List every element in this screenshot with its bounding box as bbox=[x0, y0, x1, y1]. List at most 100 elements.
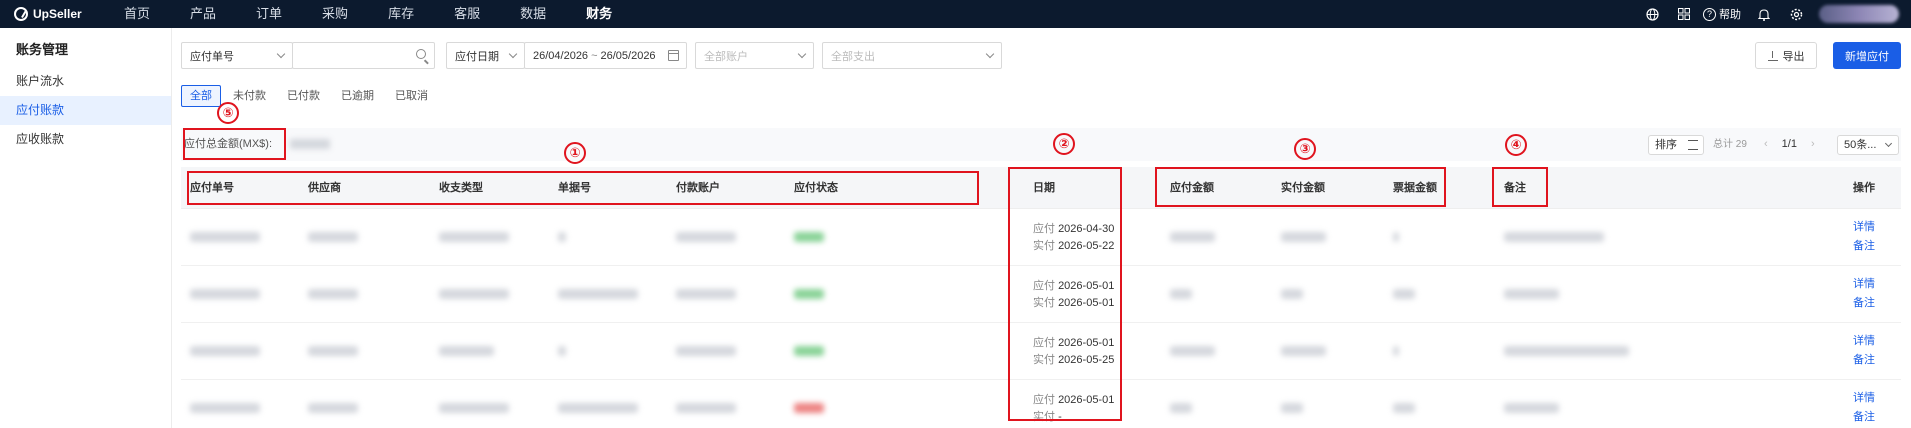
expense-type-select[interactable]: 全部支出 bbox=[822, 42, 1002, 69]
date-type-select[interactable]: 应付日期 bbox=[446, 42, 525, 69]
bill-amount-cell bbox=[1393, 346, 1399, 356]
annotation-number-4: ④ bbox=[1505, 134, 1527, 156]
type-cell bbox=[439, 346, 494, 356]
tab-paid[interactable]: 已付款 bbox=[278, 85, 329, 107]
nav-item-customer-service[interactable]: 客服 bbox=[454, 0, 480, 28]
paid-label: 实付 bbox=[1033, 411, 1055, 423]
nav-item-purchase[interactable]: 采购 bbox=[322, 0, 348, 28]
nav-item-orders[interactable]: 订单 bbox=[256, 0, 282, 28]
doc-no-cell bbox=[558, 346, 566, 356]
detail-link[interactable]: 详情 bbox=[1853, 218, 1875, 237]
export-button[interactable]: 导出 bbox=[1755, 42, 1817, 69]
search-icon[interactable] bbox=[416, 49, 426, 59]
date-cell: 应付 2026-05-01 实付 2026-05-25 bbox=[1033, 335, 1114, 369]
expense-placeholder: 全部支出 bbox=[831, 50, 875, 63]
total-amount-label: 应付总金额(MX$): bbox=[184, 138, 272, 150]
pagination: ‹ 1/1 › bbox=[1764, 128, 1815, 161]
detail-link[interactable]: 详情 bbox=[1853, 332, 1875, 351]
table-row: 应付 2026-04-30 实付 2026-05-22 详情 备注 bbox=[181, 209, 1901, 266]
download-icon bbox=[1767, 50, 1778, 61]
sort-label: 排序 bbox=[1655, 139, 1677, 151]
remark-link[interactable]: 备注 bbox=[1853, 408, 1875, 427]
due-label: 应付 bbox=[1033, 337, 1055, 349]
next-page-icon[interactable]: › bbox=[1811, 128, 1815, 161]
page-size-value: 50条... bbox=[1844, 139, 1877, 151]
sidebar-title: 账务管理 bbox=[16, 42, 69, 57]
date-start: 26/04/2026 bbox=[533, 49, 589, 62]
tab-cancelled[interactable]: 已取消 bbox=[386, 85, 437, 107]
date-range-picker[interactable]: 26/04/2026 ~ 26/05/2026 bbox=[524, 42, 687, 69]
account-cell bbox=[676, 346, 736, 356]
col-doc-no: 单据号 bbox=[558, 182, 591, 194]
top-right-tools: ? 帮助 bbox=[1629, 0, 1899, 28]
col-payable-amount: 应付金额 bbox=[1170, 182, 1214, 194]
sidebar-item-accounts-receivable[interactable]: 应收账款 bbox=[0, 125, 171, 154]
type-cell bbox=[439, 232, 509, 242]
settings-gear-icon[interactable] bbox=[1787, 5, 1805, 23]
sort-button[interactable]: 排序 bbox=[1648, 135, 1704, 155]
date-range-separator: ~ bbox=[591, 49, 598, 62]
tab-all[interactable]: 全部 bbox=[181, 85, 221, 107]
col-remark: 备注 bbox=[1504, 182, 1526, 194]
chevron-down-icon bbox=[276, 49, 286, 59]
account-cell bbox=[676, 403, 736, 413]
row-actions: 详情 备注 bbox=[1853, 389, 1875, 427]
sidebar-item-account-flow[interactable]: 账户流水 bbox=[0, 67, 171, 96]
due-date: 2026-05-01 bbox=[1058, 394, 1115, 406]
payable-amount-cell bbox=[1170, 403, 1192, 413]
nav-item-home[interactable]: 首页 bbox=[124, 0, 150, 28]
remark-link[interactable]: 备注 bbox=[1853, 237, 1875, 256]
bill-amount-cell bbox=[1393, 232, 1399, 242]
paid-amount-cell bbox=[1281, 232, 1326, 242]
remark-link[interactable]: 备注 bbox=[1853, 294, 1875, 313]
summary-bar: 应付总金额(MX$): 排序 总计 29 ‹ 1/1 › 50条... bbox=[181, 128, 1901, 161]
paid-date: 2026-05-25 bbox=[1058, 354, 1115, 366]
payable-no-cell bbox=[190, 346, 260, 356]
remark-link[interactable]: 备注 bbox=[1853, 351, 1875, 370]
remark-cell bbox=[1504, 346, 1629, 356]
remark-cell bbox=[1504, 232, 1604, 242]
date-end: 26/05/2026 bbox=[600, 49, 656, 62]
paid-amount-cell bbox=[1281, 289, 1303, 299]
globe-icon[interactable] bbox=[1643, 5, 1661, 23]
paid-amount-cell bbox=[1281, 346, 1326, 356]
bell-icon[interactable] bbox=[1755, 5, 1773, 23]
page-size-select[interactable]: 50条... bbox=[1837, 135, 1899, 155]
status-badge bbox=[794, 403, 824, 413]
nav-item-inventory[interactable]: 库存 bbox=[388, 0, 414, 28]
search-input[interactable] bbox=[292, 42, 435, 69]
remark-cell bbox=[1504, 289, 1559, 299]
tab-overdue[interactable]: 已逾期 bbox=[332, 85, 383, 107]
search-type-select[interactable]: 应付单号 bbox=[181, 42, 293, 69]
detail-link[interactable]: 详情 bbox=[1853, 275, 1875, 294]
date-cell: 应付 2026-05-01 实付 2026-05-01 bbox=[1033, 278, 1114, 312]
upseller-logo[interactable]: UpSeller bbox=[14, 7, 114, 21]
col-pay-account: 付款账户 bbox=[676, 182, 720, 194]
add-payable-button[interactable]: 新增应付 bbox=[1833, 42, 1901, 69]
help-button[interactable]: ? 帮助 bbox=[1703, 6, 1741, 22]
due-label: 应付 bbox=[1033, 394, 1055, 406]
due-label: 应付 bbox=[1033, 280, 1055, 292]
table-row: 应付 2026-05-01 实付 - 详情 备注 bbox=[181, 380, 1901, 428]
payable-amount-cell bbox=[1170, 346, 1215, 356]
account-select[interactable]: 全部账户 bbox=[695, 42, 814, 69]
chevron-down-icon bbox=[985, 49, 995, 59]
logo-text: UpSeller bbox=[33, 7, 82, 21]
logo-icon bbox=[14, 7, 28, 21]
nav-item-products[interactable]: 产品 bbox=[190, 0, 216, 28]
col-status: 应付状态 bbox=[794, 182, 838, 194]
nav-item-data[interactable]: 数据 bbox=[520, 0, 546, 28]
supplier-cell bbox=[308, 289, 358, 299]
remark-cell bbox=[1504, 403, 1559, 413]
apps-grid-icon[interactable] bbox=[1675, 5, 1693, 23]
supplier-cell bbox=[308, 346, 358, 356]
status-badge bbox=[794, 346, 824, 356]
paid-label: 实付 bbox=[1033, 297, 1055, 309]
user-account-avatar[interactable] bbox=[1819, 5, 1899, 23]
col-date: 日期 bbox=[1033, 182, 1055, 194]
detail-link[interactable]: 详情 bbox=[1853, 389, 1875, 408]
nav-item-finance[interactable]: 财务 bbox=[586, 0, 612, 28]
annotation-number-1: ① bbox=[564, 142, 586, 164]
prev-page-icon[interactable]: ‹ bbox=[1764, 128, 1768, 161]
sidebar-item-accounts-payable[interactable]: 应付账款 bbox=[0, 96, 171, 125]
